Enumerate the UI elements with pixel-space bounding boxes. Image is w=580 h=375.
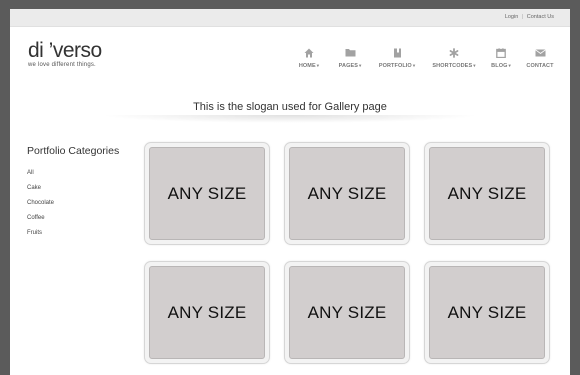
chevron-down-icon: ▾ bbox=[412, 63, 416, 68]
placeholder-text: ANY SIZE bbox=[307, 183, 387, 203]
home-icon bbox=[292, 46, 326, 59]
nav-label-pages: PAGES bbox=[338, 63, 358, 69]
gallery-image-placeholder: ANY SIZE bbox=[429, 147, 545, 240]
category-link-chocolate[interactable]: Chocolate bbox=[27, 199, 119, 214]
nav-label-home: HOME bbox=[298, 63, 316, 69]
top-links: Login | Contact Us bbox=[505, 14, 554, 20]
page: Login | Contact Us di ’verso we love dif… bbox=[10, 9, 570, 375]
chevron-down-icon: ▾ bbox=[473, 63, 476, 68]
nav-item-home[interactable]: HOME▾ bbox=[292, 46, 326, 69]
category-link-all[interactable]: All bbox=[27, 169, 119, 184]
category-link-cake[interactable]: Cake bbox=[27, 184, 119, 199]
chevron-down-icon: ▾ bbox=[359, 63, 362, 68]
top-bar: Login | Contact Us bbox=[10, 9, 570, 27]
nav-item-contact[interactable]: CONTACT bbox=[524, 46, 556, 69]
slogan-divider-shadow bbox=[100, 115, 480, 123]
gallery-image-placeholder: ANY SIZE bbox=[289, 147, 405, 240]
chevron-down-icon: ▾ bbox=[316, 63, 320, 68]
category-link-coffee[interactable]: Coffee bbox=[27, 214, 119, 229]
gallery-image-placeholder: ANY SIZE bbox=[149, 147, 265, 240]
gallery-item[interactable]: ANY SIZE bbox=[144, 142, 270, 245]
placeholder-text: ANY SIZE bbox=[447, 183, 527, 203]
nav-label-blog: BLOG bbox=[491, 63, 508, 69]
gallery-item[interactable]: ANY SIZE bbox=[284, 261, 410, 364]
placeholder-text: ANY SIZE bbox=[167, 183, 247, 203]
nav-label-contact: CONTACT bbox=[526, 63, 554, 69]
login-link[interactable]: Login bbox=[505, 14, 518, 20]
portfolio-categories-sidebar: Portfolio Categories All Cake Chocolate … bbox=[27, 145, 119, 244]
placeholder-text: ANY SIZE bbox=[167, 302, 247, 322]
link-separator: | bbox=[521, 14, 524, 20]
gallery-item[interactable]: ANY SIZE bbox=[144, 261, 270, 364]
category-link-fruits[interactable]: Fruits bbox=[27, 229, 119, 244]
gallery-item[interactable]: ANY SIZE bbox=[424, 142, 550, 245]
nav-label-portfolio: PORTFOLIO bbox=[378, 63, 412, 69]
nav-item-portfolio[interactable]: PORTFOLIO▾ bbox=[374, 46, 420, 69]
logo-tagline: we love different things. bbox=[28, 62, 96, 68]
envelope-icon bbox=[524, 46, 556, 59]
contact-us-link[interactable]: Contact Us bbox=[527, 14, 554, 20]
nav-item-pages[interactable]: PAGES▾ bbox=[335, 46, 365, 69]
gallery-item[interactable]: ANY SIZE bbox=[284, 142, 410, 245]
gallery-image-placeholder: ANY SIZE bbox=[149, 266, 265, 359]
page-slogan: This is the slogan used for Gallery page bbox=[193, 101, 387, 113]
placeholder-text: ANY SIZE bbox=[447, 302, 527, 322]
site-logo[interactable]: di ’verso we love different things. bbox=[28, 40, 102, 68]
sidebar-title: Portfolio Categories bbox=[27, 145, 120, 157]
asterisk-icon bbox=[428, 46, 480, 59]
placeholder-text: ANY SIZE bbox=[307, 302, 387, 322]
nav-label-shortcodes: SHORTCODES bbox=[432, 63, 473, 69]
logo-title: di ’verso bbox=[28, 39, 102, 62]
nav-item-blog[interactable]: BLOG▾ bbox=[488, 46, 514, 69]
gallery-image-placeholder: ANY SIZE bbox=[289, 266, 405, 359]
calendar-icon bbox=[488, 46, 514, 59]
nav-item-shortcodes[interactable]: SHORTCODES▾ bbox=[428, 46, 480, 69]
gallery-image-placeholder: ANY SIZE bbox=[429, 266, 545, 359]
folder-icon bbox=[335, 46, 365, 59]
book-icon bbox=[374, 46, 420, 59]
chevron-down-icon: ▾ bbox=[508, 63, 511, 68]
gallery-item[interactable]: ANY SIZE bbox=[424, 261, 550, 364]
